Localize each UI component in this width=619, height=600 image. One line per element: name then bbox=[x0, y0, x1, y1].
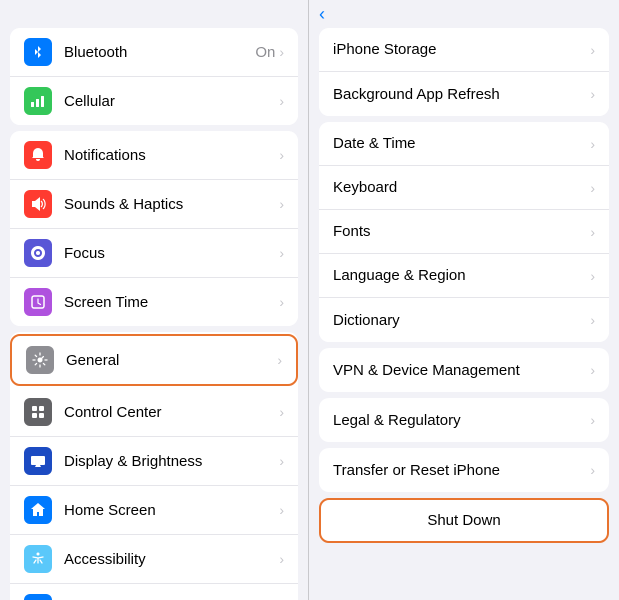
right-group-rgroup5: Transfer or Reset iPhone› bbox=[319, 448, 609, 492]
homescreen-chevron-icon: › bbox=[279, 502, 284, 518]
right-item-transfer-label: Transfer or Reset iPhone bbox=[333, 462, 590, 479]
accessibility-label: Accessibility bbox=[64, 551, 279, 568]
right-item-keyboard-chevron-icon: › bbox=[590, 180, 595, 196]
right-item-datetime-chevron-icon: › bbox=[590, 136, 595, 152]
bluetooth-icon bbox=[24, 38, 52, 66]
controlcenter-icon bbox=[24, 398, 52, 426]
focus-chevron-icon: › bbox=[279, 245, 284, 261]
focus-icon bbox=[24, 239, 52, 267]
right-item-legal-chevron-icon: › bbox=[590, 412, 595, 428]
cellular-label: Cellular bbox=[64, 93, 279, 110]
screentime-icon bbox=[24, 288, 52, 316]
right-item-datetime[interactable]: Date & Time› bbox=[319, 122, 609, 166]
settings-item-controlcenter[interactable]: Control Center› bbox=[10, 388, 298, 437]
back-button[interactable]: ‹ bbox=[319, 4, 327, 25]
general-icon bbox=[26, 346, 54, 374]
right-header: ‹ bbox=[309, 0, 619, 22]
cellular-icon bbox=[24, 87, 52, 115]
right-group-rgroup1: iPhone Storage›Background App Refresh› bbox=[319, 28, 609, 116]
controlcenter-label: Control Center bbox=[64, 404, 279, 421]
right-group-rgroup2: Date & Time›Keyboard›Fonts›Language & Re… bbox=[319, 122, 609, 342]
right-item-vpn-chevron-icon: › bbox=[590, 362, 595, 378]
settings-item-wallpaper[interactable]: Wallpaper› bbox=[10, 584, 298, 600]
right-item-keyboard[interactable]: Keyboard› bbox=[319, 166, 609, 210]
display-chevron-icon: › bbox=[279, 453, 284, 469]
left-header bbox=[0, 0, 308, 22]
right-item-legal[interactable]: Legal & Regulatory› bbox=[319, 398, 609, 442]
right-item-bgrefresh-label: Background App Refresh bbox=[333, 86, 590, 103]
right-item-iphonestorage-chevron-icon: › bbox=[590, 42, 595, 58]
right-item-iphonestorage-label: iPhone Storage bbox=[333, 41, 590, 58]
settings-item-bluetooth[interactable]: BluetoothOn› bbox=[10, 28, 298, 77]
right-item-keyboard-label: Keyboard bbox=[333, 179, 590, 196]
settings-list: BluetoothOn›Cellular›Notifications›Sound… bbox=[0, 22, 308, 600]
shutdown-label: Shut Down bbox=[427, 512, 500, 529]
right-item-vpn[interactable]: VPN & Device Management› bbox=[319, 348, 609, 392]
right-group-rgroup4: Legal & Regulatory› bbox=[319, 398, 609, 442]
notifications-chevron-icon: › bbox=[279, 147, 284, 163]
wallpaper-icon bbox=[24, 594, 52, 600]
settings-item-homescreen[interactable]: Home Screen› bbox=[10, 486, 298, 535]
sounds-chevron-icon: › bbox=[279, 196, 284, 212]
controlcenter-chevron-icon: › bbox=[279, 404, 284, 420]
right-item-iphonestorage[interactable]: iPhone Storage› bbox=[319, 28, 609, 72]
right-item-fonts-label: Fonts bbox=[333, 223, 590, 240]
settings-item-focus[interactable]: Focus› bbox=[10, 229, 298, 278]
sounds-icon bbox=[24, 190, 52, 218]
right-item-transfer-chevron-icon: › bbox=[590, 462, 595, 478]
sounds-label: Sounds & Haptics bbox=[64, 196, 279, 213]
right-item-language-chevron-icon: › bbox=[590, 268, 595, 284]
right-item-legal-label: Legal & Regulatory bbox=[333, 412, 590, 429]
left-panel: BluetoothOn›Cellular›Notifications›Sound… bbox=[0, 0, 309, 600]
right-item-bgrefresh[interactable]: Background App Refresh› bbox=[319, 72, 609, 116]
notifications-label: Notifications bbox=[64, 147, 279, 164]
bluetooth-label: Bluetooth bbox=[64, 44, 255, 61]
right-item-language-label: Language & Region bbox=[333, 267, 590, 284]
right-item-language[interactable]: Language & Region› bbox=[319, 254, 609, 298]
right-item-fonts-chevron-icon: › bbox=[590, 224, 595, 240]
right-item-dictionary-chevron-icon: › bbox=[590, 312, 595, 328]
general-chevron-icon: › bbox=[277, 352, 282, 368]
notifications-icon bbox=[24, 141, 52, 169]
accessibility-icon bbox=[24, 545, 52, 573]
bluetooth-value: On bbox=[255, 44, 275, 61]
focus-label: Focus bbox=[64, 245, 279, 262]
right-item-dictionary-label: Dictionary bbox=[333, 312, 590, 329]
right-item-vpn-label: VPN & Device Management bbox=[333, 362, 590, 379]
right-item-datetime-label: Date & Time bbox=[333, 135, 590, 152]
right-item-bgrefresh-chevron-icon: › bbox=[590, 86, 595, 102]
settings-item-accessibility[interactable]: Accessibility› bbox=[10, 535, 298, 584]
display-label: Display & Brightness bbox=[64, 453, 279, 470]
right-panel: ‹ iPhone Storage›Background App Refresh›… bbox=[309, 0, 619, 600]
general-label: General bbox=[66, 352, 277, 369]
right-item-transfer[interactable]: Transfer or Reset iPhone› bbox=[319, 448, 609, 492]
right-list: iPhone Storage›Background App Refresh›Da… bbox=[309, 22, 619, 600]
homescreen-label: Home Screen bbox=[64, 502, 279, 519]
accessibility-chevron-icon: › bbox=[279, 551, 284, 567]
settings-group-group3: General›Control Center›Display & Brightn… bbox=[10, 332, 298, 600]
shutdown-button[interactable]: Shut Down bbox=[319, 498, 609, 543]
screentime-chevron-icon: › bbox=[279, 294, 284, 310]
homescreen-icon bbox=[24, 496, 52, 524]
screentime-label: Screen Time bbox=[64, 294, 279, 311]
settings-group-group2: Notifications›Sounds & Haptics›Focus›Scr… bbox=[10, 131, 298, 326]
right-item-fonts[interactable]: Fonts› bbox=[319, 210, 609, 254]
settings-group-group1: BluetoothOn›Cellular› bbox=[10, 28, 298, 125]
settings-item-screentime[interactable]: Screen Time› bbox=[10, 278, 298, 326]
settings-item-sounds[interactable]: Sounds & Haptics› bbox=[10, 180, 298, 229]
display-icon bbox=[24, 447, 52, 475]
settings-item-general[interactable]: General› bbox=[10, 334, 298, 386]
right-group-rgroup3: VPN & Device Management› bbox=[319, 348, 609, 392]
settings-item-display[interactable]: Display & Brightness› bbox=[10, 437, 298, 486]
back-chevron-icon: ‹ bbox=[319, 4, 325, 25]
right-item-dictionary[interactable]: Dictionary› bbox=[319, 298, 609, 342]
cellular-chevron-icon: › bbox=[279, 93, 284, 109]
settings-item-notifications[interactable]: Notifications› bbox=[10, 131, 298, 180]
settings-item-cellular[interactable]: Cellular› bbox=[10, 77, 298, 125]
bluetooth-chevron-icon: › bbox=[279, 44, 284, 60]
